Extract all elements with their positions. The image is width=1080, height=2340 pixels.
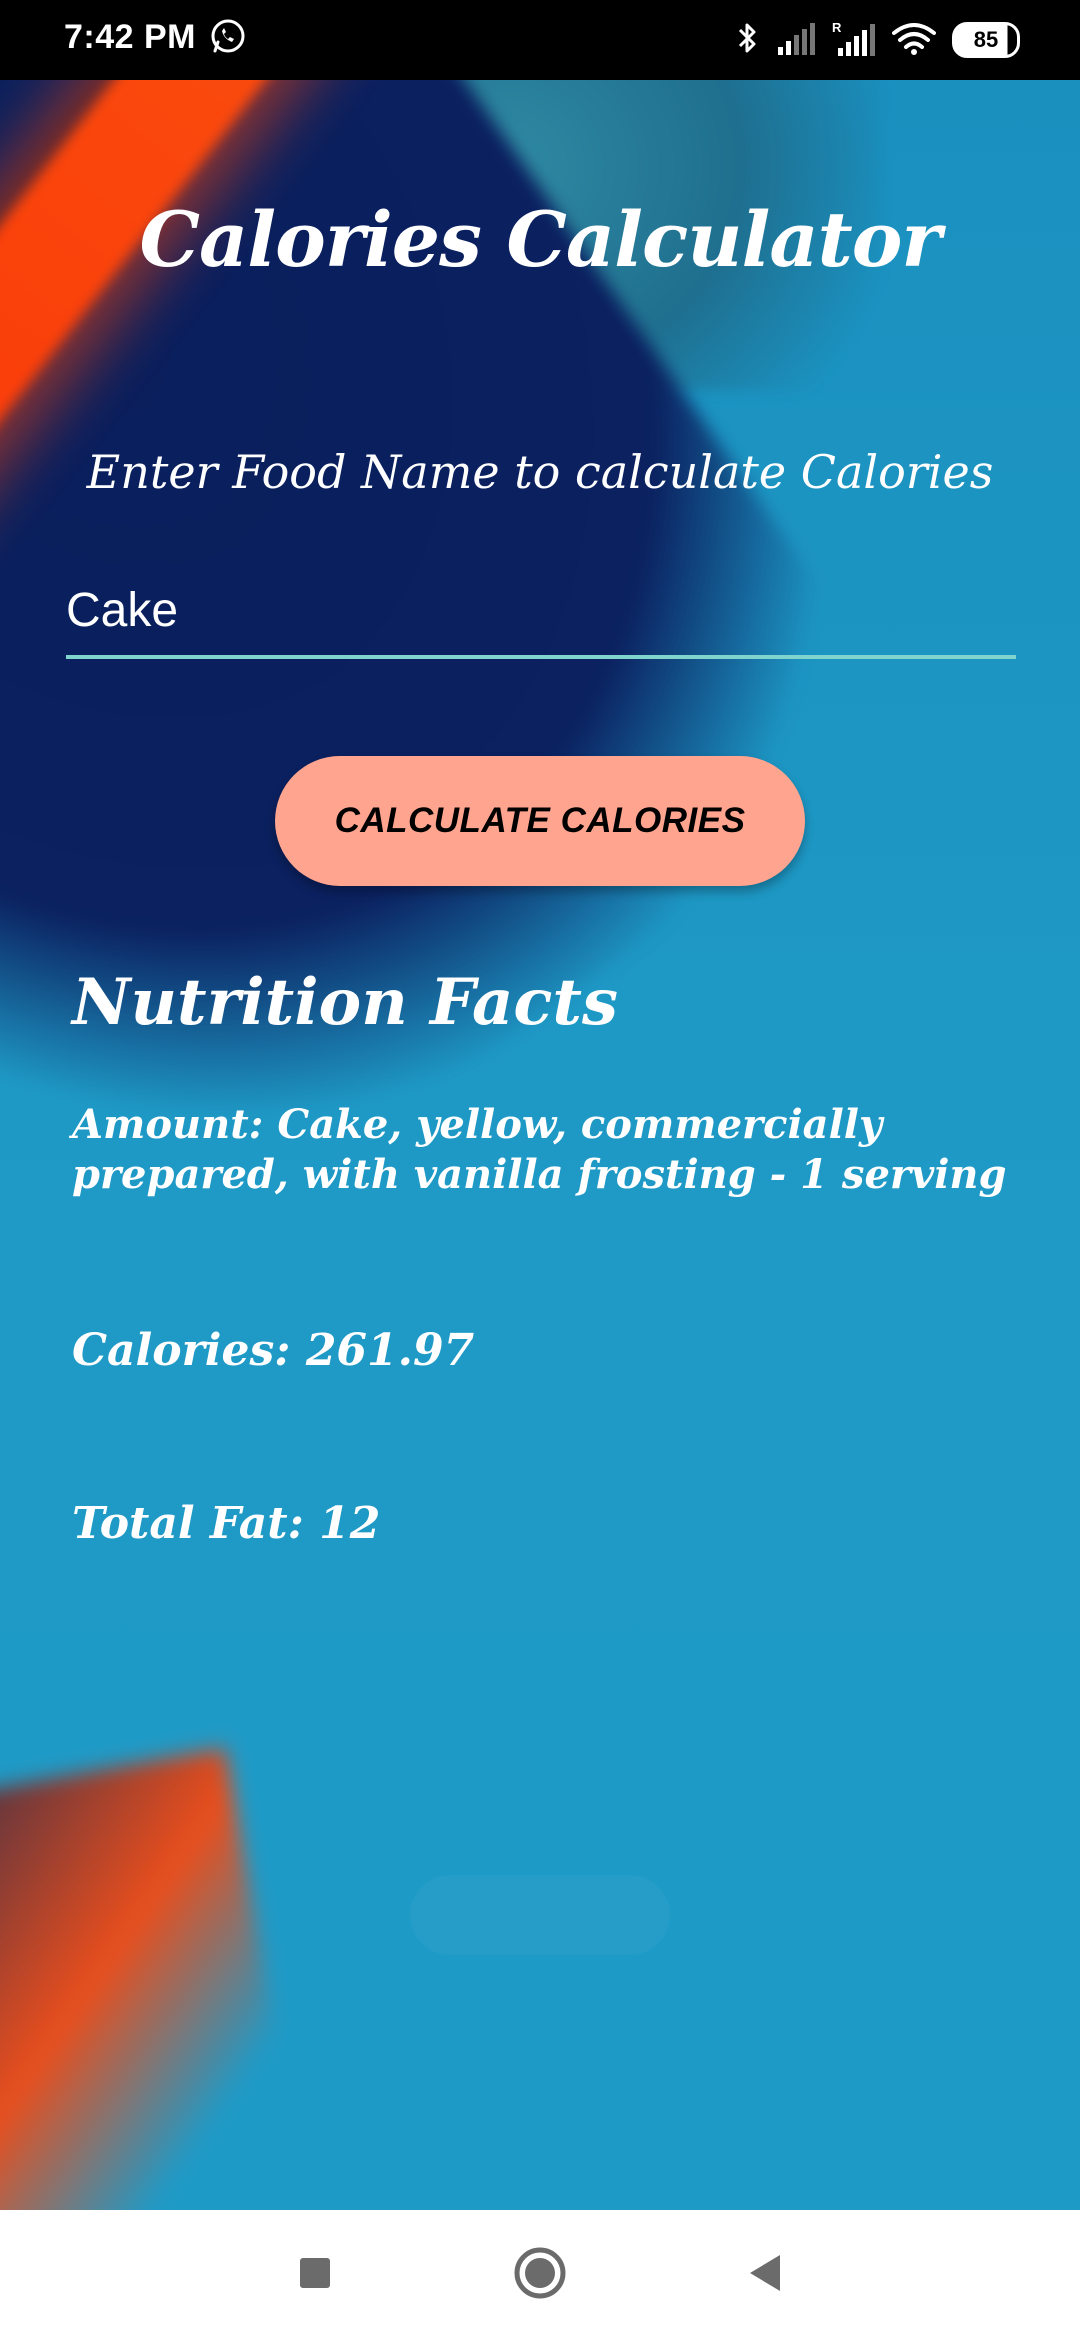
calculate-calories-button[interactable]: CALCULATE CALORIES — [275, 756, 805, 886]
signal-roaming-icon: R — [832, 20, 876, 61]
status-time: 7:42 PM — [64, 18, 196, 56]
home-circle-icon — [513, 2246, 567, 2305]
status-icons: R 85 — [720, 18, 1020, 62]
svg-text:R: R — [832, 20, 842, 35]
recents-button[interactable] — [255, 2210, 375, 2340]
nutrition-facts-heading: Nutrition Facts — [72, 965, 618, 1040]
amount-text: Amount: Cake, yellow, commercially prepa… — [72, 1101, 1007, 1198]
recents-square-icon — [298, 2256, 332, 2295]
navigation-bar — [0, 2210, 1080, 2340]
home-button[interactable] — [480, 2210, 600, 2340]
whatsapp-icon — [208, 16, 248, 56]
food-input-container — [66, 565, 1016, 659]
faint-overlay — [410, 1875, 670, 1955]
battery-icon: 85 — [952, 22, 1020, 58]
app-title: Calories Calculator — [139, 195, 942, 284]
total-fat-text: Total Fat: 12 — [72, 1498, 381, 1549]
back-triangle-icon — [746, 2253, 784, 2298]
background-bottom-left-shape — [0, 1748, 329, 2210]
signal-icon — [776, 21, 816, 60]
app-subtitle: Enter Food Name to calculate Calories — [86, 445, 994, 499]
wifi-icon — [892, 21, 936, 60]
status-bar: 7:42 PM R 85 — [0, 0, 1080, 80]
food-name-input[interactable] — [66, 575, 1016, 645]
calories-text: Calories: 261.97 — [72, 1325, 475, 1376]
bluetooth-icon — [736, 20, 760, 61]
battery-level: 85 — [973, 27, 999, 52]
back-button[interactable] — [705, 2210, 825, 2340]
